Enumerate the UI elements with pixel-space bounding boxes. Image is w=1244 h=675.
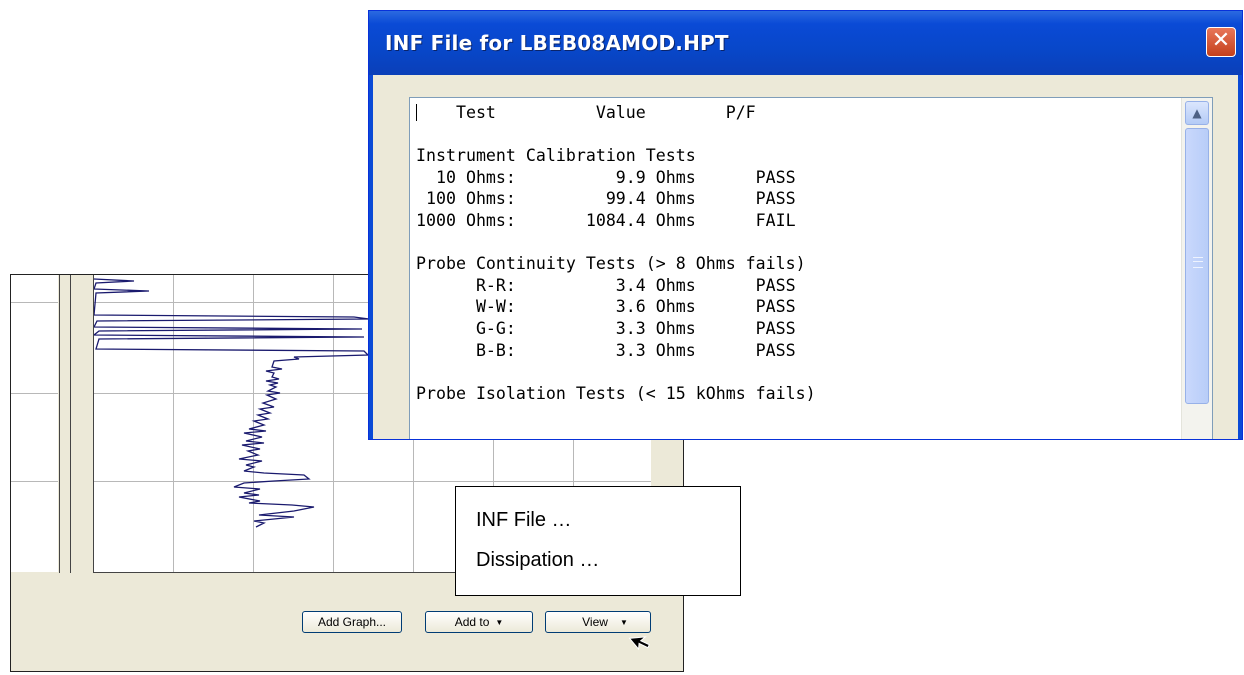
scroll-grip-icon	[1193, 257, 1203, 268]
dialog-body: Test Value P/F Instrument Calibration Te…	[369, 75, 1242, 439]
inf-file-dialog: INF File for LBEB08AMOD.HPT ✕ Test Value…	[368, 10, 1243, 440]
close-icon[interactable]: ✕	[1206, 27, 1236, 57]
view-label: View	[582, 615, 608, 629]
view-button[interactable]: View ▼	[545, 611, 651, 633]
scroll-thumb[interactable]	[1185, 128, 1209, 404]
add-to-button[interactable]: Add to ▼	[425, 611, 533, 633]
menu-item-inf-file[interactable]: INF File …	[476, 509, 572, 532]
add-to-label: Add to	[454, 615, 490, 629]
chevron-up-icon[interactable]: ▲	[1185, 101, 1209, 125]
left-grid-panel	[11, 275, 58, 572]
triangle-down-icon: ▼	[619, 617, 628, 627]
depth-track	[59, 275, 71, 573]
log-trace	[94, 278, 370, 528]
vertical-scrollbar[interactable]: ▲	[1181, 98, 1212, 439]
report-text: Test Value P/F Instrument Calibration Te…	[416, 103, 816, 403]
report-text-area[interactable]: Test Value P/F Instrument Calibration Te…	[409, 97, 1213, 439]
triangle-down-icon: ▼	[495, 617, 504, 627]
dialog-title: INF File for LBEB08AMOD.HPT	[385, 31, 729, 55]
add-graph-label: Add Graph...	[317, 615, 387, 629]
view-context-menu: INF File … Dissipation …	[455, 486, 741, 596]
dialog-titlebar[interactable]: INF File for LBEB08AMOD.HPT ✕	[369, 11, 1242, 75]
mouse-pointer-icon	[628, 636, 650, 651]
add-graph-button[interactable]: Add Graph...	[302, 611, 402, 633]
menu-item-dissipation[interactable]: Dissipation …	[476, 549, 599, 572]
